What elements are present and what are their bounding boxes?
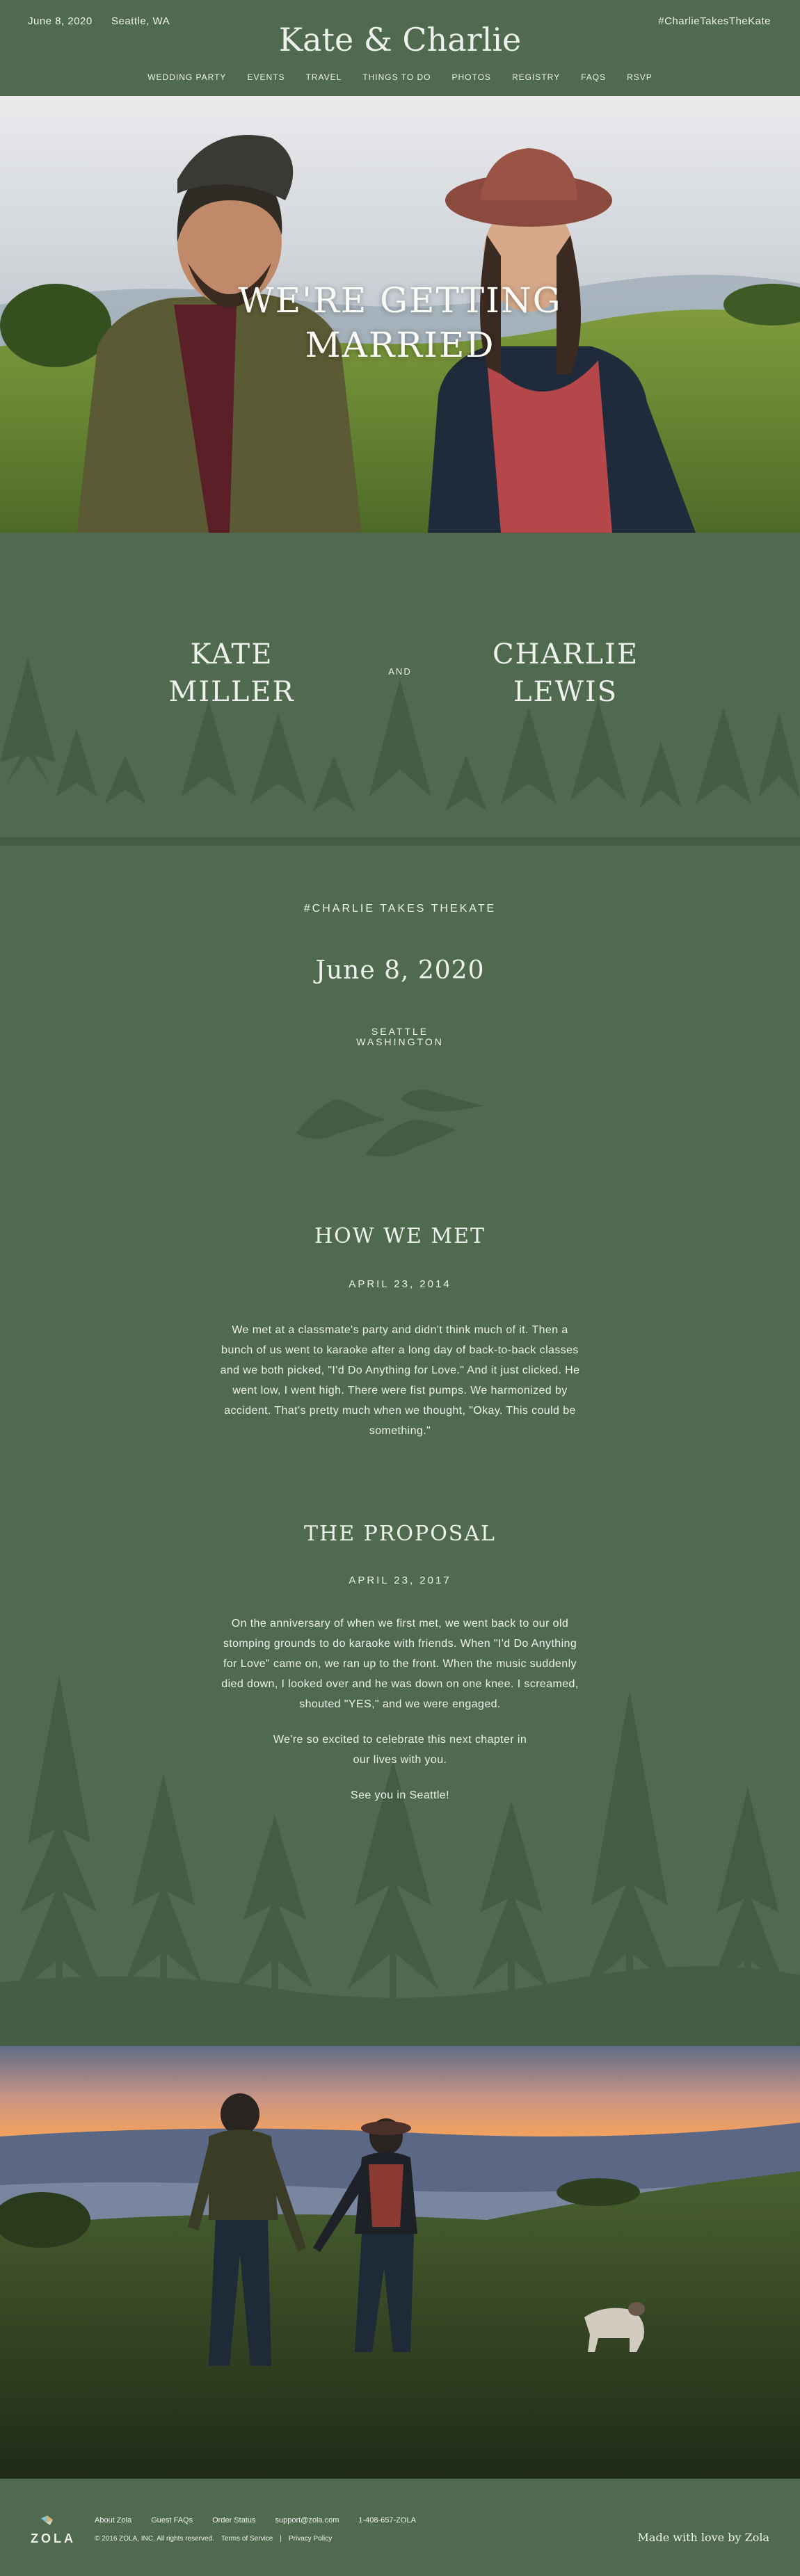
nav-rsvp[interactable]: RSVP (627, 72, 653, 82)
wedding-page: June 8, 2020 Seattle, WA #CharlieTakesTh… (0, 0, 800, 2576)
closing-photo (0, 2046, 800, 2479)
proposal-title: THE PROPOSAL (304, 1522, 496, 1546)
proposal-signoff: See you in Seattle! (351, 1789, 449, 1801)
legal-separator: | (280, 2535, 282, 2543)
nav-registry[interactable]: REGISTRY (512, 72, 560, 82)
copyright-text: © 2016 ZOLA, INC. All rights reserved. (95, 2535, 214, 2543)
wedding-city: SEATTLE (371, 1026, 429, 1037)
nav-travel[interactable]: TRAVEL (305, 72, 342, 82)
footer-links: About Zola Guest FAQs Order Status suppo… (95, 2516, 416, 2525)
nav-things-to-do[interactable]: THINGS TO DO (362, 72, 431, 82)
proposal-text: On the anniversary of when we first met,… (221, 1618, 579, 1710)
nav-photos[interactable]: PHOTOS (451, 72, 490, 82)
couple-names-section: KATE MILLER AND CHARLIE LEWIS (0, 533, 800, 846)
hero-title: WE'RE GETTING MARRIED (0, 278, 800, 367)
nav-events[interactable]: EVENTS (247, 72, 285, 82)
how-we-met-title: HOW WE MET (314, 1224, 486, 1248)
footer-link-about[interactable]: About Zola (95, 2516, 131, 2525)
zola-wordmark[interactable]: ZOLA (31, 2531, 76, 2546)
mountains-icon (296, 1089, 483, 1157)
hero-title-line2: MARRIED (305, 325, 495, 365)
how-we-met-body: We met at a classmate's party and didn't… (219, 1320, 581, 1456)
proposal-body: On the anniversary of when we first met,… (219, 1613, 581, 1821)
privacy-link[interactable]: Privacy Policy (289, 2535, 332, 2543)
site-footer: ZOLA About Zola Guest FAQs Order Status … (0, 2479, 800, 2576)
wedding-state: WASHINGTON (356, 1036, 444, 1047)
wedding-hashtag: #CHARLIE TAKES THEKATE (303, 903, 497, 915)
terms-link[interactable]: Terms of Service (221, 2535, 273, 2543)
main-nav: WEDDING PARTY EVENTS TRAVEL THINGS TO DO… (0, 72, 800, 82)
proposal-closing: We're so excited to celebrate this next … (273, 1734, 527, 1766)
nav-faqs[interactable]: FAQS (581, 72, 606, 82)
partner2-first-name: CHARLIE (492, 638, 639, 670)
site-title[interactable]: Kate & Charlie (0, 21, 800, 58)
wedding-date: June 8, 2020 (315, 956, 485, 985)
couple-walking-image (0, 2046, 800, 2479)
partner2-last-name: LEWIS (513, 676, 618, 708)
forest-illustration (0, 658, 800, 846)
names-connector: AND (388, 666, 412, 677)
footer-link-order-status[interactable]: Order Status (212, 2516, 255, 2525)
footer-link-email[interactable]: support@zola.com (275, 2516, 339, 2525)
partner1-name: KATE MILLER (127, 636, 336, 711)
made-with-love: Made with love by Zola (637, 2531, 769, 2544)
nav-wedding-party[interactable]: WEDDING PARTY (147, 72, 226, 82)
footer-link-phone[interactable]: 1-408-657-ZOLA (358, 2516, 416, 2525)
footer-legal: © 2016 ZOLA, INC. All rights reserved. T… (95, 2535, 332, 2543)
hero-title-line1: WE'RE GETTING (238, 280, 562, 321)
partner1-last-name: MILLER (168, 676, 295, 708)
partner2-name: CHARLIE LEWIS (461, 636, 670, 711)
partner1-first-name: KATE (190, 638, 273, 670)
footer-link-guest-faqs[interactable]: Guest FAQs (151, 2516, 193, 2525)
hero-photo: WE'RE GETTING MARRIED (0, 96, 800, 533)
wedding-location: SEATTLE WASHINGTON (0, 1027, 800, 1047)
proposal-date: APRIL 23, 2017 (349, 1575, 451, 1586)
site-header: June 8, 2020 Seattle, WA #CharlieTakesTh… (0, 0, 800, 96)
how-we-met-date: APRIL 23, 2014 (349, 1278, 451, 1290)
how-we-met-text: We met at a classmate's party and didn't… (220, 1324, 580, 1437)
